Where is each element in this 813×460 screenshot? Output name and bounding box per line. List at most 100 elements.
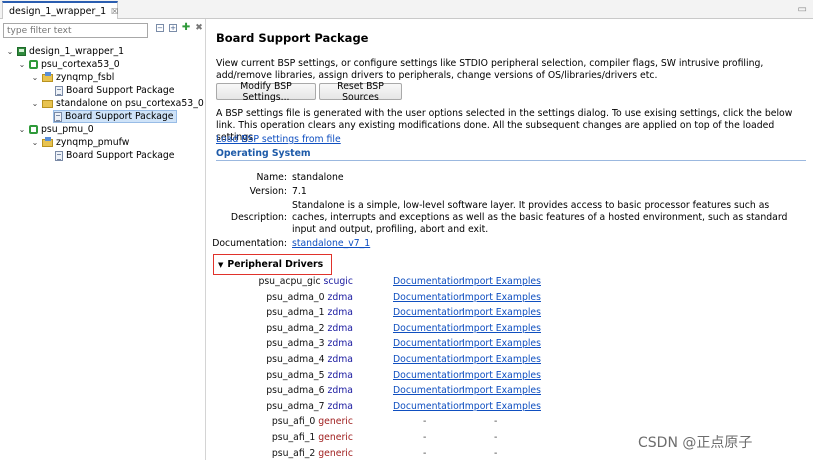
document-icon	[55, 150, 63, 161]
peripheral-name: psu_adma_1	[266, 307, 325, 319]
driver-name: psu_afi_0 generic	[272, 416, 353, 427]
platform-icon	[17, 47, 26, 56]
domain-folder-icon	[42, 99, 53, 108]
driver-type: generic	[318, 432, 353, 443]
tree-node-cpu0[interactable]: ⌄ psu_cortexa53_0	[18, 58, 120, 71]
driver-documentation-link[interactable]: Documentation	[393, 338, 465, 349]
driver-name: psu_adma_4 zdma	[266, 354, 353, 365]
driver-documentation-link[interactable]: Documentation	[393, 401, 465, 412]
driver-import-examples-link[interactable]: Import Examples	[462, 338, 541, 349]
peripheral-name: psu_acpu_gic	[258, 276, 321, 287]
driver-type: zdma	[327, 369, 353, 381]
driver-documentation-link[interactable]: Documentation	[393, 323, 465, 334]
driver-import-examples-link[interactable]: Import Examples	[462, 276, 541, 287]
driver-name: psu_adma_5 zdma	[266, 370, 353, 381]
import-dash: -	[494, 432, 498, 443]
os-description-label: Description:	[230, 212, 287, 223]
driver-name: psu_adma_1 zdma	[266, 307, 353, 318]
reset-bsp-sources-button[interactable]: Reset BSP Sources	[319, 81, 402, 103]
tree-node-fsbl-bsp[interactable]: Board Support Package	[55, 84, 175, 97]
add-icon[interactable]: ✚	[182, 23, 190, 33]
watermark: CSDN @正点原子	[638, 435, 753, 451]
tree-node-label: standalone on psu_cortexa53_0	[56, 98, 204, 109]
peripheral-name: psu_adma_5	[266, 369, 325, 381]
modify-bsp-settings-button[interactable]: Modify BSP Settings...	[216, 81, 316, 103]
editor-tab-bar: design_1_wrapper_1 ☒ ▭	[0, 0, 813, 19]
driver-import-examples-link[interactable]: Import Examples	[462, 385, 541, 396]
load-bsp-settings-link[interactable]: Load BSP settings from file	[216, 134, 341, 145]
minimize-icon[interactable]: ▭	[798, 4, 807, 15]
driver-documentation-link[interactable]: Documentation	[393, 292, 465, 303]
import-dash: -	[494, 447, 498, 459]
peripheral-name: psu_afi_0	[271, 416, 316, 428]
expand-all-icon[interactable]: +	[169, 24, 177, 32]
page-title: Board Support Package	[216, 31, 369, 45]
driver-name: psu_adma_3 zdma	[266, 338, 353, 349]
peripheral-name: psu_afi_1	[271, 432, 316, 443]
tree-node-pmufw[interactable]: ⌄ zynqmp_pmufw	[31, 136, 129, 149]
driver-import-examples-link[interactable]: Import Examples	[462, 370, 541, 381]
chevron-down-icon[interactable]: ⌄	[31, 99, 39, 108]
peripheral-name: psu_adma_4	[266, 354, 325, 365]
triangle-down-icon[interactable]: ▼	[218, 261, 223, 269]
collapse-all-icon[interactable]: −	[156, 24, 164, 32]
tree-node-standalone[interactable]: ⌄ standalone on psu_cortexa53_0	[31, 97, 204, 110]
driver-documentation-link[interactable]: Documentation	[393, 385, 465, 396]
driver-row: psu_adma_6 zdma Documentation Import Examp…	[207, 385, 813, 397]
section-divider	[216, 160, 806, 161]
peripheral-drivers-title: Peripheral Drivers	[227, 259, 324, 270]
bsp-tree-pane: − + ✚ ✖ ⌄ design_1_wrapper_1 ⌄ psu_corte…	[0, 19, 206, 460]
documentation-dash: -	[423, 432, 427, 443]
driver-row: psu_adma_0 zdma Documentation Import Examp…	[207, 292, 813, 304]
driver-type: generic	[318, 416, 353, 428]
driver-import-examples-link[interactable]: Import Examples	[462, 307, 541, 318]
document-icon	[54, 111, 62, 122]
driver-type: zdma	[327, 385, 353, 397]
driver-documentation-link[interactable]: Documentation	[393, 370, 465, 381]
driver-row: psu_adma_4 zdma Documentation Import Examp…	[207, 354, 813, 366]
tab-close-icon[interactable]: ☒	[111, 7, 118, 16]
domain-folder-icon	[42, 71, 53, 82]
driver-type: zdma	[327, 291, 353, 303]
driver-row: psu_adma_1 zdma Documentation Import Examp…	[207, 307, 813, 319]
driver-row: psu_adma_2 zdma Documentation Import Examp…	[207, 323, 813, 335]
driver-import-examples-link[interactable]: Import Examples	[462, 354, 541, 365]
chevron-down-icon[interactable]: ⌄	[31, 73, 39, 82]
driver-import-examples-link[interactable]: Import Examples	[462, 401, 541, 412]
driver-name: psu_adma_2 zdma	[266, 323, 353, 334]
tree-node-label: psu_cortexa53_0	[41, 59, 120, 70]
tree-node-standalone-bsp[interactable]: Board Support Package	[53, 110, 177, 123]
driver-row: psu_adma_7 zdma Documentation Import Examp…	[207, 401, 813, 413]
documentation-dash: -	[423, 447, 427, 459]
tree-node-label: design_1_wrapper_1	[29, 46, 125, 57]
driver-documentation-link[interactable]: Documentation	[393, 354, 465, 365]
processor-icon	[29, 125, 38, 134]
driver-type: zdma	[327, 338, 353, 350]
chevron-down-icon[interactable]: ⌄	[31, 138, 39, 147]
tree-node-pmu[interactable]: ⌄ psu_pmu_0	[18, 123, 94, 136]
driver-row: psu_acpu_gic scugic Documentation Import E…	[207, 276, 813, 288]
os-version-value: 7.1	[292, 186, 307, 197]
chevron-down-icon[interactable]: ⌄	[18, 60, 26, 69]
peripheral-name: psu_adma_3	[266, 338, 325, 350]
driver-row: psu_afi_0 generic - -	[207, 416, 813, 428]
driver-type: scugic	[323, 276, 353, 287]
chevron-down-icon[interactable]: ⌄	[6, 47, 14, 56]
driver-name: psu_adma_0 zdma	[266, 292, 353, 303]
tree-node-pmufw-bsp[interactable]: Board Support Package	[55, 149, 175, 162]
driver-import-examples-link[interactable]: Import Examples	[462, 323, 541, 334]
driver-import-examples-link[interactable]: Import Examples	[462, 292, 541, 303]
remove-icon[interactable]: ✖	[195, 23, 203, 32]
tree-node-fsbl[interactable]: ⌄ zynqmp_fsbl	[31, 71, 114, 84]
driver-documentation-link[interactable]: Documentation	[393, 276, 465, 287]
filter-input[interactable]	[3, 23, 148, 38]
os-documentation-link[interactable]: standalone_v7_1	[292, 238, 370, 250]
tree-node-root[interactable]: ⌄ design_1_wrapper_1	[6, 45, 124, 58]
domain-folder-icon	[42, 136, 53, 147]
document-icon	[55, 85, 63, 96]
chevron-down-icon[interactable]: ⌄	[18, 125, 26, 134]
driver-documentation-link[interactable]: Documentation	[393, 307, 465, 318]
peripheral-drivers-header[interactable]: ▼ Peripheral Drivers	[213, 254, 332, 275]
driver-type: zdma	[327, 322, 353, 334]
tab-design-1-wrapper[interactable]: design_1_wrapper_1 ☒	[2, 1, 118, 19]
